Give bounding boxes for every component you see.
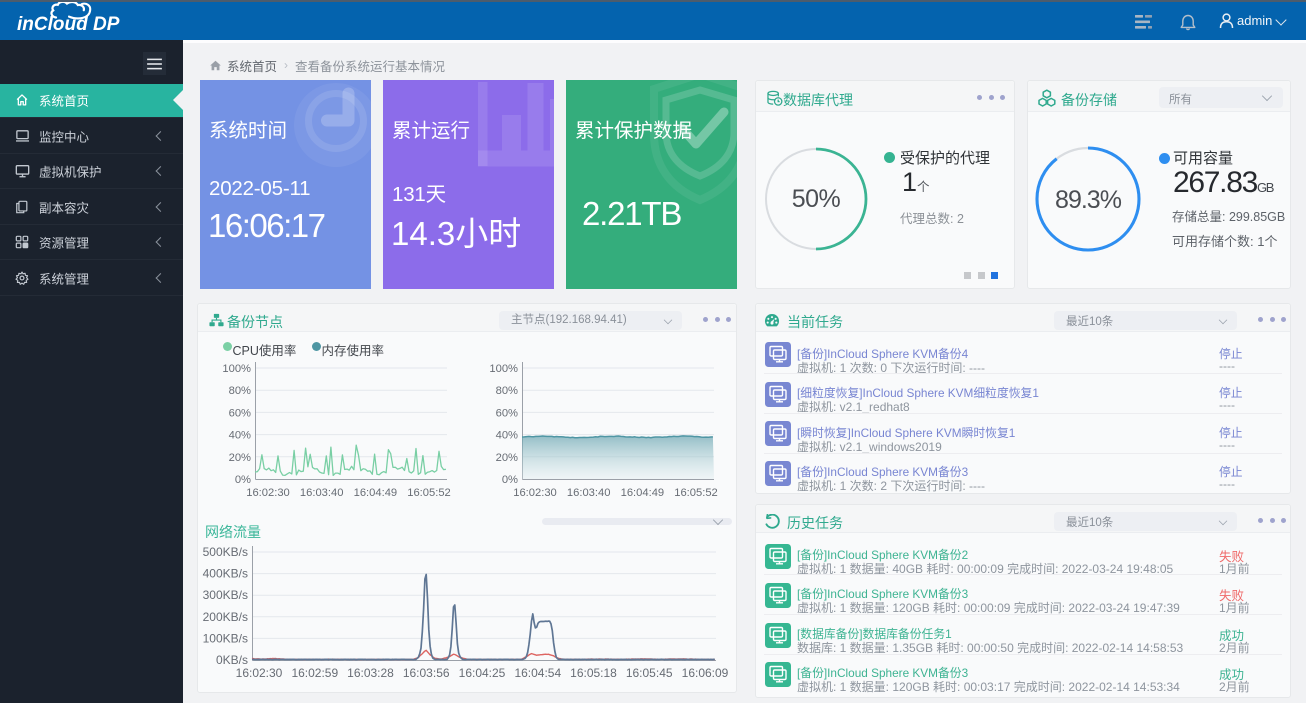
svg-text:16:04:25: 16:04:25 xyxy=(459,666,506,680)
svg-text:16:02:30: 16:02:30 xyxy=(513,487,557,499)
svg-text:80%: 80% xyxy=(229,385,251,397)
svg-text:16:02:59: 16:02:59 xyxy=(291,666,338,680)
svg-text:80%: 80% xyxy=(496,385,518,397)
svg-text:16:05:52: 16:05:52 xyxy=(674,487,718,499)
svg-text:40%: 40% xyxy=(496,430,518,442)
svg-text:16:04:54: 16:04:54 xyxy=(514,666,561,680)
svg-text:60%: 60% xyxy=(496,407,518,419)
svg-text:16:04:49: 16:04:49 xyxy=(621,487,665,499)
svg-text:16:02:30: 16:02:30 xyxy=(236,666,283,680)
svg-text:16:06:09: 16:06:09 xyxy=(682,666,729,680)
svg-text:200KB/s: 200KB/s xyxy=(203,610,248,624)
svg-text:20%: 20% xyxy=(496,452,518,464)
svg-text:500KB/s: 500KB/s xyxy=(203,545,248,559)
svg-text:100KB/s: 100KB/s xyxy=(203,631,248,645)
svg-text:16:03:56: 16:03:56 xyxy=(403,666,450,680)
svg-text:0%: 0% xyxy=(235,474,251,486)
svg-text:100%: 100% xyxy=(222,363,251,375)
svg-text:0%: 0% xyxy=(502,474,518,486)
svg-text:16:03:28: 16:03:28 xyxy=(347,666,394,680)
svg-text:40%: 40% xyxy=(229,430,251,442)
svg-text:0KB/s: 0KB/s xyxy=(216,653,248,667)
svg-text:400KB/s: 400KB/s xyxy=(203,567,248,581)
svg-text:16:03:40: 16:03:40 xyxy=(567,487,611,499)
svg-text:16:02:30: 16:02:30 xyxy=(246,487,290,499)
svg-text:16:05:18: 16:05:18 xyxy=(570,666,617,680)
svg-text:300KB/s: 300KB/s xyxy=(203,588,248,602)
svg-text:16:05:45: 16:05:45 xyxy=(626,666,673,680)
svg-text:16:05:52: 16:05:52 xyxy=(407,487,451,499)
svg-text:16:04:49: 16:04:49 xyxy=(354,487,398,499)
svg-text:60%: 60% xyxy=(229,407,251,419)
svg-text:100%: 100% xyxy=(489,363,518,375)
svg-text:16:03:40: 16:03:40 xyxy=(300,487,344,499)
svg-text:20%: 20% xyxy=(229,452,251,464)
